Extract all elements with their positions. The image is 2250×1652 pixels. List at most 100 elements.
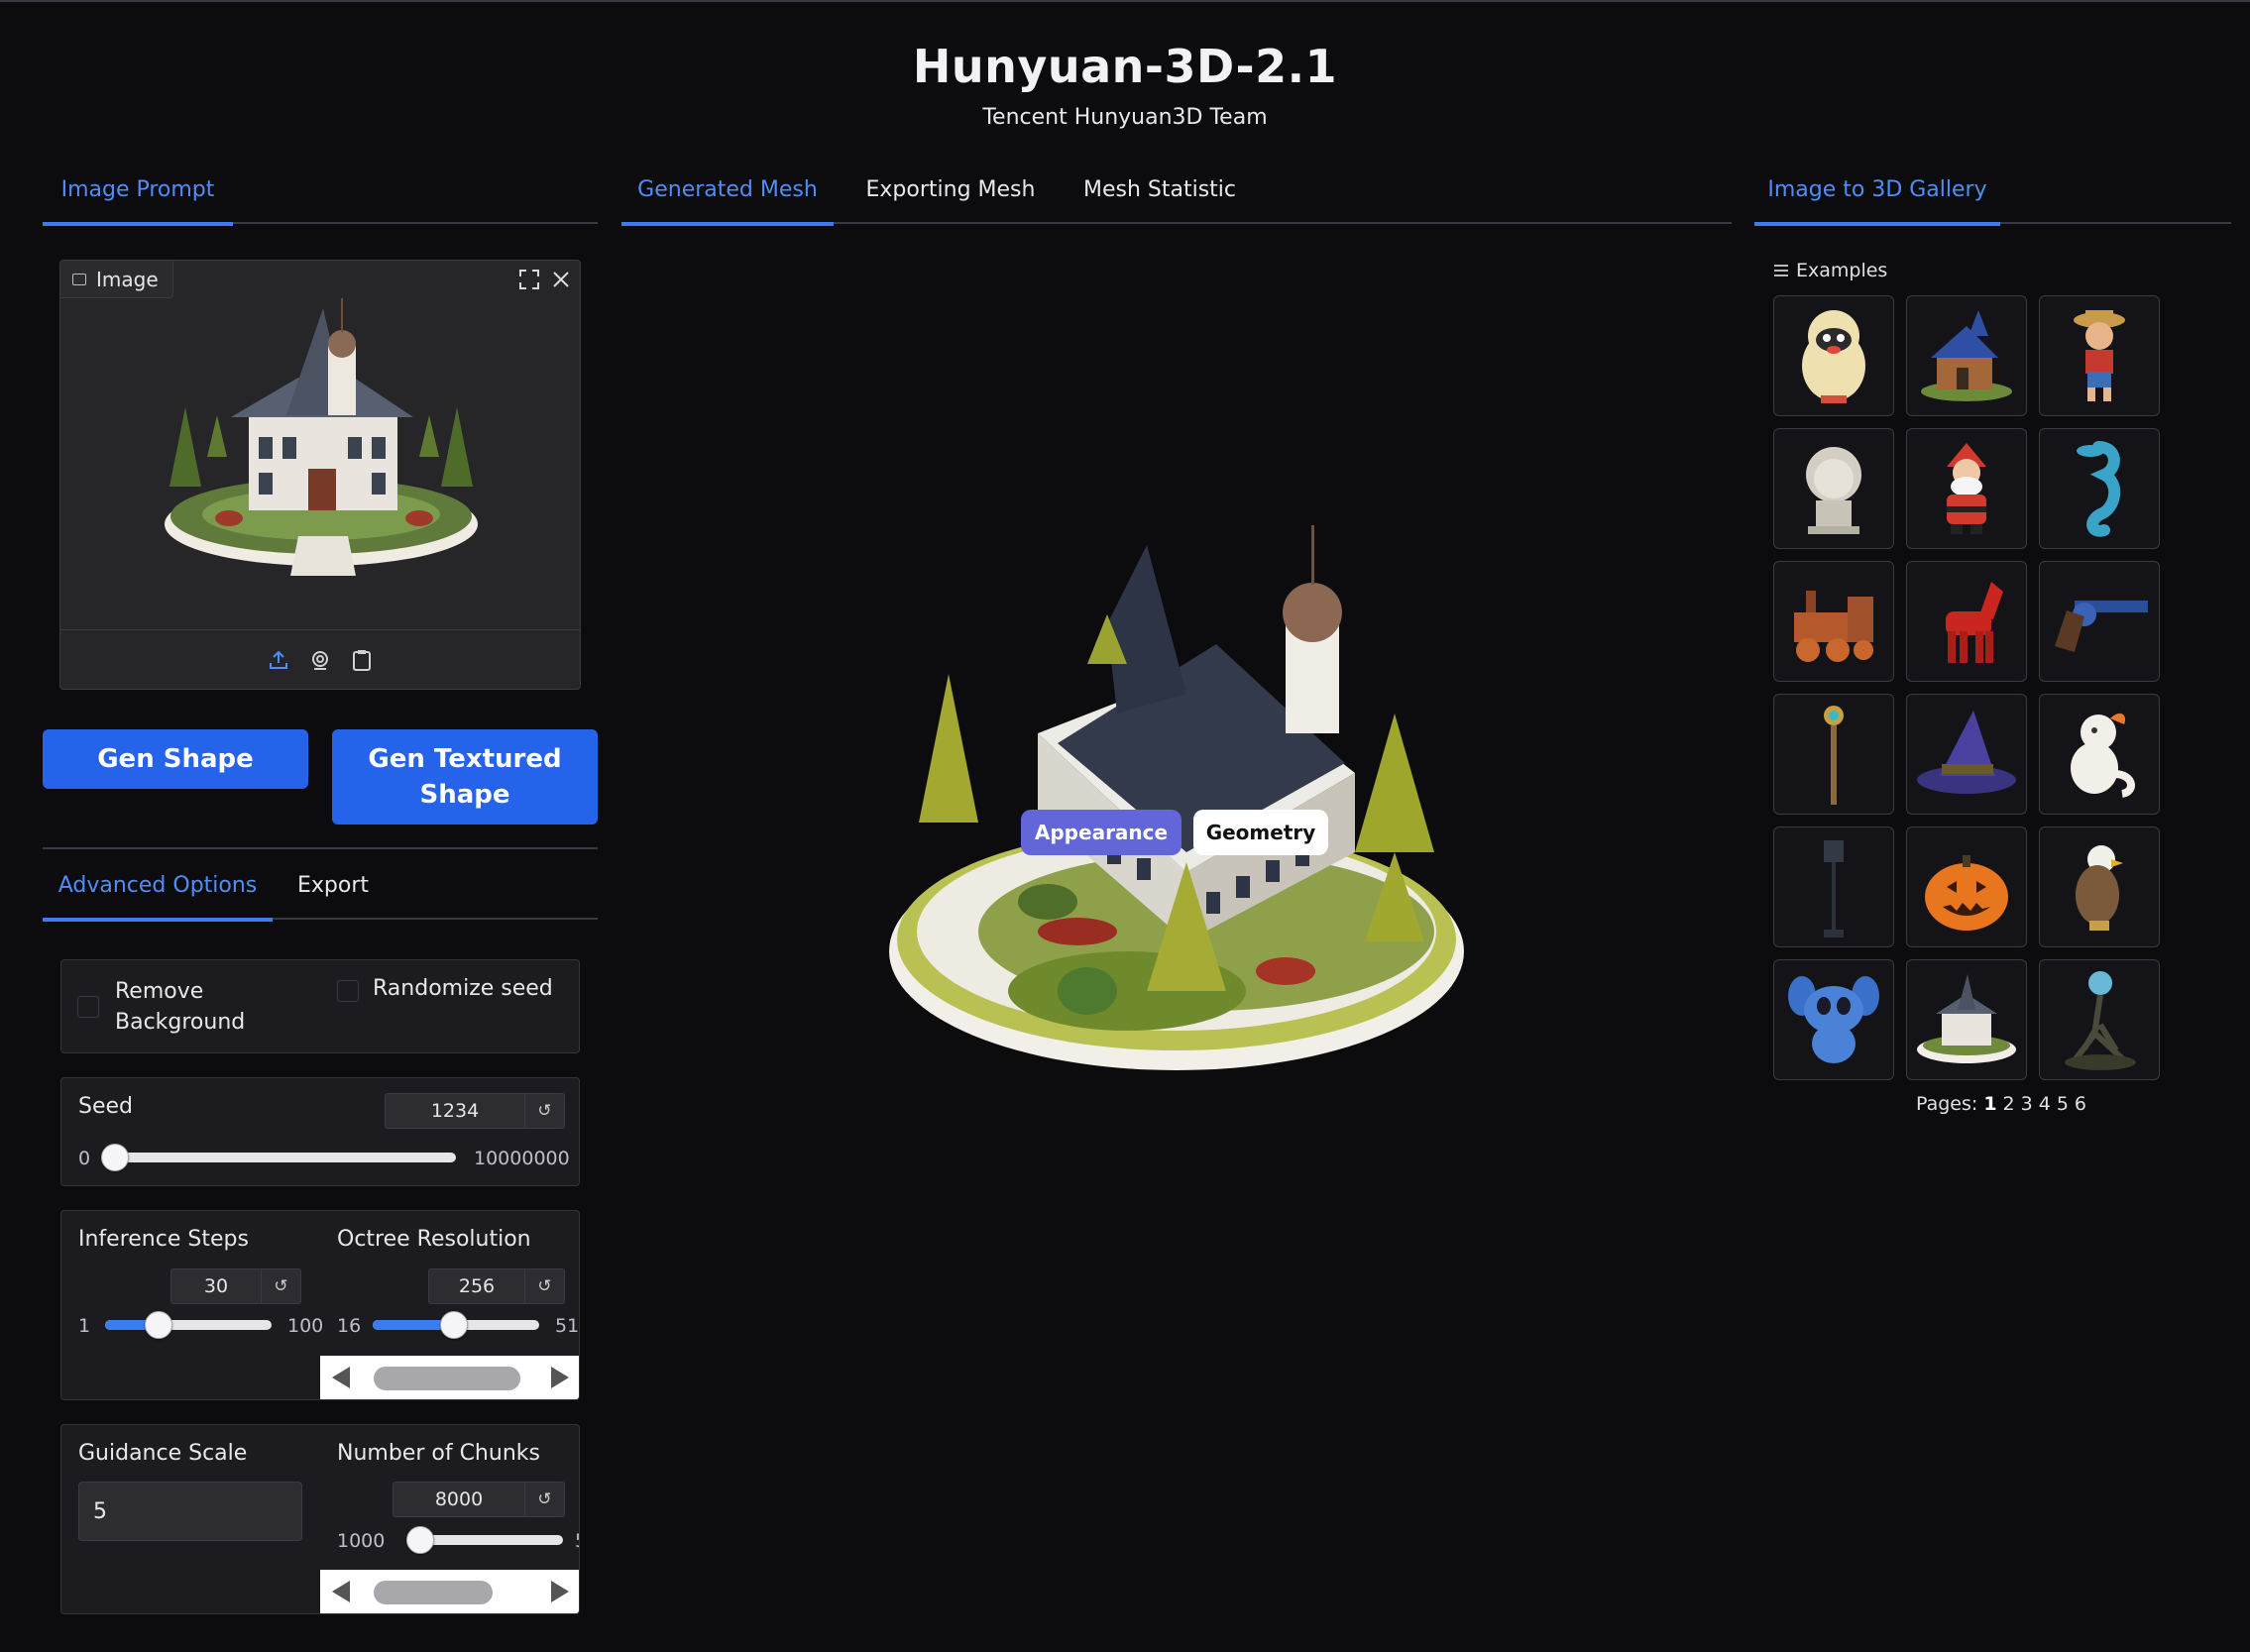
octree-resolution-min: 16 [337, 1315, 362, 1337]
example-white-dragon[interactable] [2039, 694, 2160, 815]
seed-label: Seed [78, 1094, 133, 1119]
page-2[interactable]: 2 [2003, 1093, 2015, 1115]
clipboard-icon[interactable] [350, 648, 374, 672]
pumpkin-icon [1925, 855, 2008, 931]
seed-panel: Seed 1234 ↺ 0 10000000 [60, 1077, 580, 1186]
seed-slider-thumb[interactable] [101, 1144, 129, 1171]
example-stitch[interactable] [1773, 959, 1894, 1080]
seed-slider[interactable] [101, 1144, 456, 1171]
example-penguin[interactable] [1773, 295, 1894, 416]
seed-min: 0 [78, 1148, 91, 1169]
example-red-horse[interactable] [1906, 561, 2027, 682]
randomize-seed-label: Randomize seed [373, 976, 553, 1001]
eagle-icon [2076, 845, 2123, 931]
gen-shape-button[interactable]: Gen Shape [43, 729, 308, 789]
example-revolver[interactable] [2039, 561, 2160, 682]
remove-background-checkbox[interactable] [77, 996, 99, 1018]
options-tabbar: Advanced Options Export [43, 864, 598, 922]
num-chunks-input[interactable]: 8000 ↺ [393, 1482, 565, 1517]
scroll-right-icon[interactable] [551, 1367, 569, 1388]
penguin-icon [1802, 310, 1865, 403]
horizontal-scrollbar[interactable] [320, 1356, 579, 1399]
tab-mesh-statistic[interactable]: Mesh Statistic [1064, 168, 1256, 224]
castle-mesh-render [889, 525, 1464, 1070]
geometry-label: Geometry [1205, 821, 1316, 844]
seed-reset-icon[interactable]: ↺ [524, 1094, 564, 1128]
upload-icon[interactable] [267, 648, 290, 672]
inference-steps-max: 100 [287, 1315, 324, 1337]
example-steam-train[interactable] [1773, 561, 1894, 682]
octree-resolution-thumb[interactable] [440, 1311, 468, 1339]
scroll-thumb[interactable] [374, 1367, 520, 1390]
bust-icon [1806, 447, 1861, 534]
tab-export[interactable]: Export [281, 864, 386, 920]
image-input-label: Image [60, 261, 173, 298]
close-icon[interactable] [546, 265, 576, 294]
example-blue-house[interactable] [1906, 295, 2027, 416]
randomize-seed-checkbox[interactable] [337, 980, 359, 1002]
example-marble-bust[interactable] [1773, 428, 1894, 549]
scroll-left-icon[interactable] [332, 1367, 350, 1388]
example-pirate-boy[interactable] [2039, 295, 2160, 416]
tab-image-prompt[interactable]: Image Prompt [43, 168, 233, 226]
example-staff[interactable] [1773, 694, 1894, 815]
horizontal-scrollbar[interactable] [320, 1570, 579, 1613]
image-input-card[interactable]: Image [59, 260, 581, 690]
tree-orb-icon [2065, 971, 2136, 1070]
guidance-scale-value: 5 [93, 1498, 107, 1524]
image-icon [72, 273, 86, 285]
steps-resolution-panel: Inference Steps 30 ↺ 1 100 Octree Resolu… [60, 1210, 580, 1400]
scroll-thumb[interactable] [374, 1581, 493, 1604]
page-1[interactable]: 1 [1983, 1093, 1996, 1115]
left-tabbar: Image Prompt [43, 168, 598, 226]
num-chunks-thumb[interactable] [406, 1526, 434, 1554]
gen-textured-shape-button[interactable]: Gen Textured Shape [332, 729, 598, 825]
page-6[interactable]: 6 [2075, 1093, 2086, 1115]
tab-exporting-mesh[interactable]: Exporting Mesh [842, 168, 1060, 224]
inference-steps-reset-icon[interactable]: ↺ [261, 1269, 300, 1303]
example-santa[interactable] [1906, 428, 2027, 549]
fullscreen-icon[interactable] [514, 265, 544, 294]
scroll-right-icon[interactable] [551, 1581, 569, 1602]
mesh-viewer[interactable]: Appearance Geometry [621, 238, 1732, 1229]
window-top-border [0, 0, 2250, 2]
gen-textured-label-line1: Gen Textured [368, 744, 562, 774]
staff-icon [1824, 706, 1844, 805]
example-wizard-hat[interactable] [1906, 694, 2027, 815]
inference-steps-input[interactable]: 30 ↺ [170, 1268, 301, 1304]
revolver-icon [2055, 601, 2148, 652]
example-street-lamp[interactable] [1773, 826, 1894, 947]
page-3[interactable]: 3 [2021, 1093, 2033, 1115]
gallery-pagination: Pages: 1 2 3 4 5 6 [1916, 1093, 2086, 1115]
octree-resolution-label: Octree Resolution [337, 1227, 531, 1252]
example-castle[interactable] [1906, 959, 2027, 1080]
tab-gallery[interactable]: Image to 3D Gallery [1754, 168, 2000, 226]
webcam-icon[interactable] [308, 648, 332, 672]
example-pumpkin[interactable] [1906, 826, 2027, 947]
page-5[interactable]: 5 [2057, 1093, 2069, 1115]
list-icon [1774, 265, 1788, 276]
examples-label: Examples [1796, 260, 1888, 281]
octree-resolution-input[interactable]: 256 ↺ [428, 1268, 565, 1304]
inference-steps-thumb[interactable] [145, 1311, 172, 1339]
num-chunks-slider[interactable] [406, 1526, 563, 1554]
tab-advanced-options[interactable]: Advanced Options [43, 864, 273, 922]
page-4[interactable]: 4 [2039, 1093, 2051, 1115]
example-eagle[interactable] [2039, 826, 2160, 947]
wizard-hat-icon [1917, 711, 2016, 794]
num-chunks-reset-icon[interactable]: ↺ [524, 1483, 564, 1516]
octree-resolution-slider[interactable] [373, 1311, 539, 1339]
guidance-scale-input[interactable]: 5 [78, 1482, 302, 1541]
example-seahorse[interactable] [2039, 428, 2160, 549]
geometry-button[interactable]: Geometry [1193, 810, 1328, 855]
scroll-left-icon[interactable] [332, 1581, 350, 1602]
preprocess-options-panel: Remove Background Randomize seed [60, 959, 580, 1053]
image-input-toolbar [60, 629, 580, 689]
tab-generated-mesh[interactable]: Generated Mesh [621, 168, 834, 226]
octree-resolution-reset-icon[interactable]: ↺ [524, 1269, 564, 1303]
inference-steps-slider[interactable] [105, 1311, 272, 1339]
example-tree-orb[interactable] [2039, 959, 2160, 1080]
inference-steps-value: 30 [203, 1275, 229, 1297]
appearance-button[interactable]: Appearance [1021, 810, 1181, 855]
seed-number-input[interactable]: 1234 ↺ [385, 1093, 565, 1129]
